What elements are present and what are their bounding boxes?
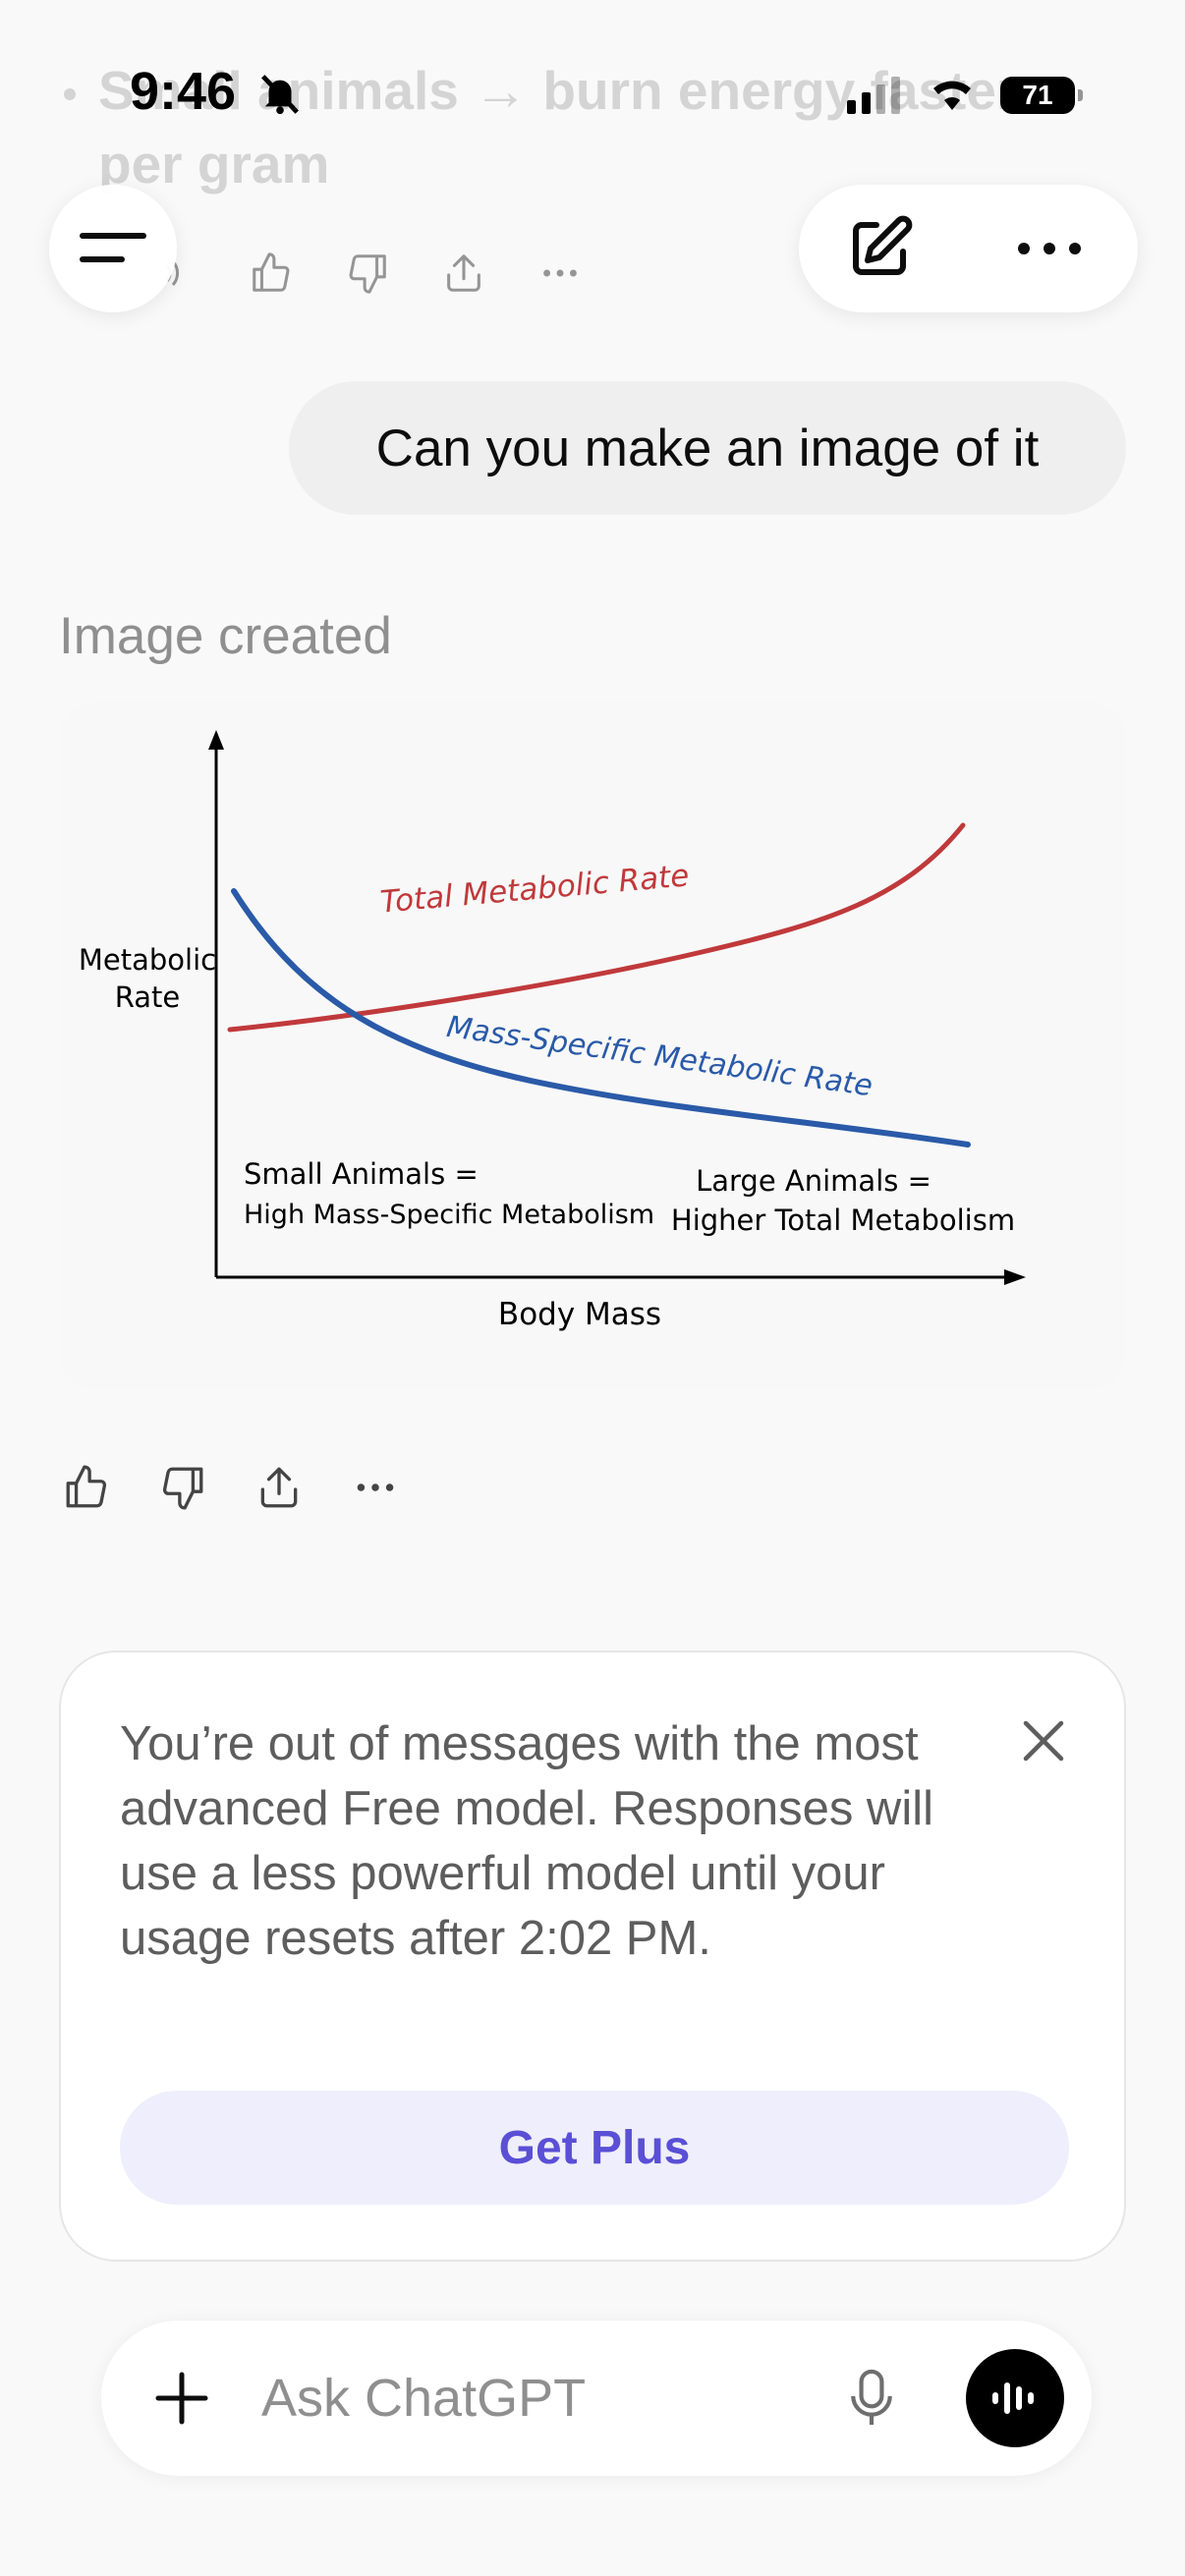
battery-indicator: 71	[1000, 77, 1083, 114]
x-axis-arrow	[1004, 1269, 1026, 1285]
more-icon[interactable]	[533, 246, 588, 301]
waveform-icon	[992, 2382, 1034, 2414]
total-metabolic-rate-curve	[227, 822, 966, 1033]
voice-mode-button[interactable]	[966, 2349, 1064, 2447]
response-actions	[59, 1460, 403, 1515]
menu-button[interactable]	[49, 185, 177, 312]
share-icon[interactable]	[436, 246, 491, 301]
status-time: 9:46	[130, 62, 237, 121]
compose-icon	[853, 215, 913, 275]
large-animals-note-line-1: Large Animals =	[696, 1164, 931, 1198]
user-message-bubble: Can you make an image of it	[289, 381, 1126, 515]
hamburger-icon	[80, 233, 146, 262]
thumbs-down-icon[interactable]	[155, 1460, 210, 1515]
plus-icon	[155, 2372, 208, 2425]
previous-message-actions	[147, 244, 588, 303]
metabolic-rate-illustration: Metabolic Rate Total Metabolic Rate Mass…	[79, 730, 1026, 1332]
image-created-label: Image created	[59, 607, 392, 665]
thumbs-up-icon[interactable]	[59, 1460, 114, 1515]
wifi-icon	[928, 73, 977, 117]
get-plus-button[interactable]: Get Plus	[120, 2091, 1069, 2205]
generated-image[interactable]: Metabolic Rate Total Metabolic Rate Mass…	[59, 702, 1126, 1390]
add-attachment-button[interactable]	[150, 2367, 213, 2430]
top-actions-pill	[799, 185, 1138, 312]
small-animals-note-line-2: High Mass-Specific Metabolism	[244, 1200, 654, 1230]
dictation-button[interactable]	[840, 2365, 903, 2432]
new-chat-button[interactable]	[838, 207, 921, 290]
more-horizontal-icon	[1018, 243, 1081, 254]
bell-muted-icon	[257, 71, 303, 121]
thumbs-down-icon[interactable]	[340, 246, 395, 301]
y-axis-label-line-2: Rate	[115, 980, 181, 1014]
x-axis-label: Body Mass	[498, 1297, 661, 1332]
microphone-icon	[851, 2369, 892, 2426]
status-bar: 9:46 71	[0, 0, 1185, 187]
thumbs-up-icon[interactable]	[244, 246, 299, 301]
mass-specific-curve-label: Mass-Specific Metabolic Rate	[444, 1010, 875, 1104]
message-input[interactable]	[261, 2360, 812, 2436]
more-icon[interactable]	[348, 1460, 403, 1515]
share-icon[interactable]	[252, 1460, 307, 1515]
composer	[101, 2321, 1092, 2476]
usage-limit-message: You’re out of messages with the most adv…	[120, 1717, 933, 1965]
large-animals-note-line-2: Higher Total Metabolism	[671, 1204, 1015, 1237]
close-icon	[1023, 1720, 1064, 1762]
y-axis-label-line-1: Metabolic	[79, 943, 216, 977]
total-curve-label: Total Metabolic Rate	[379, 858, 691, 920]
close-button[interactable]	[1014, 1711, 1073, 1770]
cellular-signal-icon	[847, 77, 900, 114]
small-animals-note-line-1: Small Animals =	[244, 1157, 479, 1191]
y-axis-arrow	[208, 730, 224, 750]
usage-limit-card: You’re out of messages with the most adv…	[59, 1651, 1126, 2262]
more-options-button[interactable]	[1005, 207, 1094, 290]
